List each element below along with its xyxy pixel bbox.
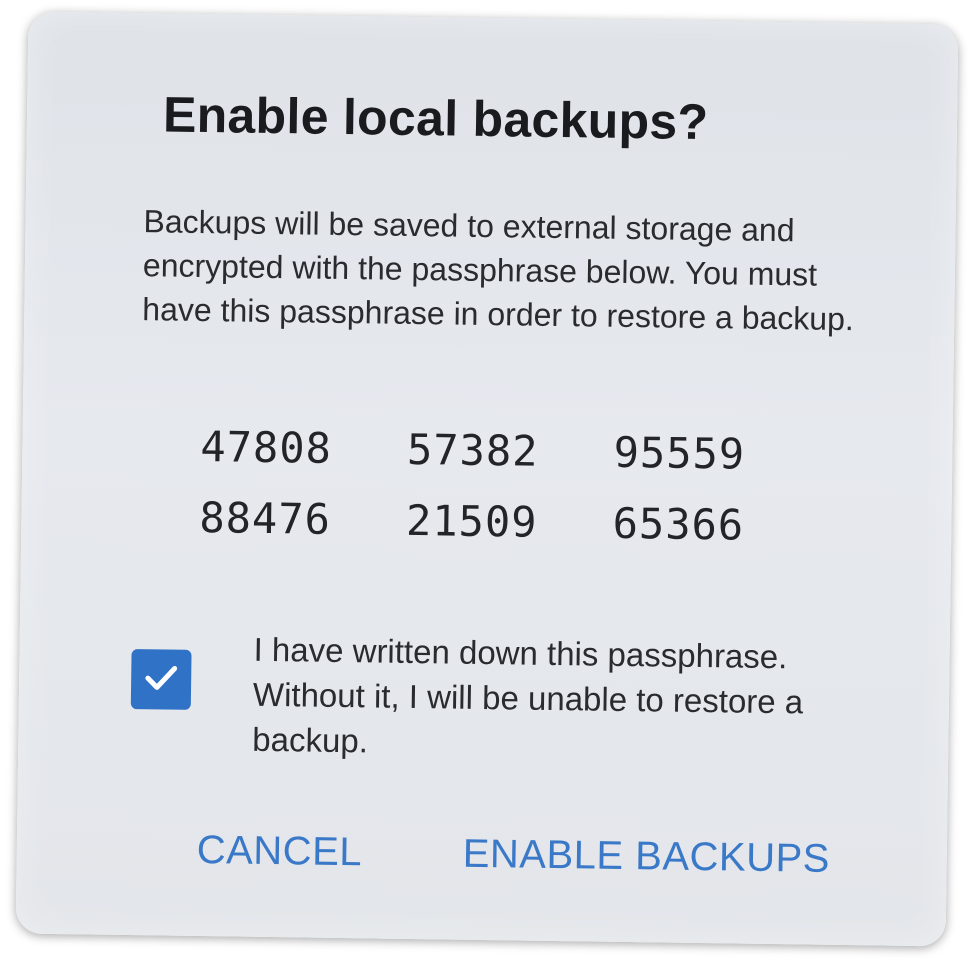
- cancel-button[interactable]: CANCEL: [196, 828, 362, 875]
- passphrase-chunk: 88476: [199, 492, 332, 544]
- passphrase-chunk: 57382: [406, 424, 539, 476]
- backup-dialog: Enable local backups? Backups will be sa…: [15, 11, 959, 947]
- acknowledge-checkbox[interactable]: [130, 649, 192, 710]
- passphrase-chunk: 47808: [200, 421, 333, 473]
- passphrase-grid: 47808 57382 95559 88476 21509 65366: [199, 422, 821, 551]
- passphrase-chunk: 95559: [613, 427, 746, 479]
- acknowledge-label: I have written down this passphrase. Wit…: [252, 630, 804, 760]
- acknowledge-row[interactable]: I have written down this passphrase. Wit…: [130, 625, 852, 795]
- screen: Enable local backups? Backups will be sa…: [0, 0, 970, 975]
- dialog-title: Enable local backups?: [162, 86, 709, 151]
- check-icon: [141, 657, 182, 703]
- passphrase-chunk: 21509: [405, 495, 538, 547]
- dialog-actions: CANCEL ENABLE BACKUPS: [16, 825, 947, 908]
- enable-backups-button[interactable]: ENABLE BACKUPS: [462, 832, 830, 882]
- passphrase-chunk: 65366: [612, 498, 745, 550]
- dialog-message: Backups will be saved to external storag…: [142, 203, 855, 338]
